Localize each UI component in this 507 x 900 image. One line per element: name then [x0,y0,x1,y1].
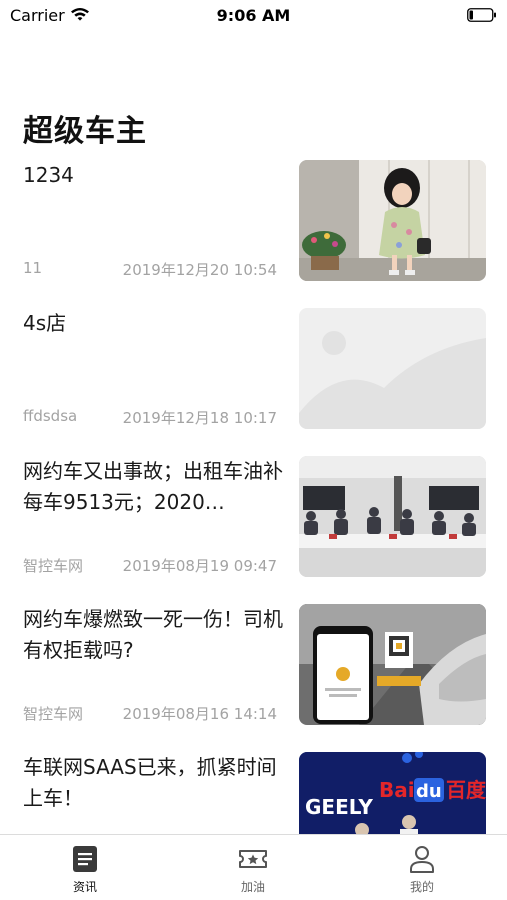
baidu-logo-text: Bai [379,778,415,802]
news-thumbnail [299,604,486,725]
news-thumbnail [299,160,486,281]
news-title: 网约车爆燃致一死一伤！司机有权拒载吗? [23,607,283,662]
news-item[interactable]: 网约车又出事故；出租车油补每车9513元；2020… 智控车网 2019年08月… [0,446,507,594]
news-source: 11 [23,259,43,277]
tab-profile[interactable]: 我的 [372,843,472,899]
news-icon [73,846,97,872]
tab-news[interactable]: 资讯 [35,843,135,899]
ticket-star-icon [239,850,267,868]
news-source: 智控车网 [23,705,84,723]
news-time: 2019年12月18 10:17 [122,409,277,427]
clock: 9:06 AM [216,6,291,25]
tab-label: 加油 [240,880,265,894]
news-source: 智控车网 [23,557,84,575]
tab-label: 资讯 [72,880,97,894]
geely-logo-text: GEELY [305,795,373,819]
news-title: 4s店 [23,311,67,335]
placeholder-image-icon [299,308,486,429]
tab-label: 我的 [409,880,434,894]
baidu-chinese-text: 百度 [446,778,486,802]
news-item[interactable]: 1234 11 2019年12月20 10:54 [0,150,507,298]
status-bar: Carrier 9:06 AM [0,0,507,34]
page-title: 超级车主 [23,114,147,149]
tab-bar: 资讯 加油 我的 [0,834,507,900]
news-title: 车联网SAAS已来，抓紧时间上车！ [23,755,277,810]
news-title: 网约车又出事故；出租车油补每车9513元；2020… [23,459,283,514]
news-thumbnail [299,456,486,577]
news-time: 2019年08月19 09:47 [122,557,277,575]
news-title: 1234 [23,163,74,187]
person-icon [410,846,434,873]
news-feed[interactable]: 1234 11 2019年12月20 10:54 4s店 ffdsdsa 201… [0,150,507,834]
news-time: 2019年12月20 10:54 [122,261,277,279]
news-source: ffdsdsa [23,407,78,425]
news-item[interactable]: 车联网SAAS已来，抓紧时间上车！ GEELY Bai du 百度 [0,742,507,834]
tab-fuel[interactable]: 加油 [203,843,303,899]
news-item[interactable]: 4s店 ffdsdsa 2019年12月18 10:17 [0,298,507,446]
news-time: 2019年08月16 14:14 [122,705,277,723]
news-item[interactable]: 网约车爆燃致一死一伤！司机有权拒载吗? 智控车网 2019年08月16 14:1… [0,594,507,742]
baidu-du-text: du [416,781,442,802]
news-thumbnail: GEELY Bai du 百度 [299,752,486,834]
battery-icon [467,8,496,22]
